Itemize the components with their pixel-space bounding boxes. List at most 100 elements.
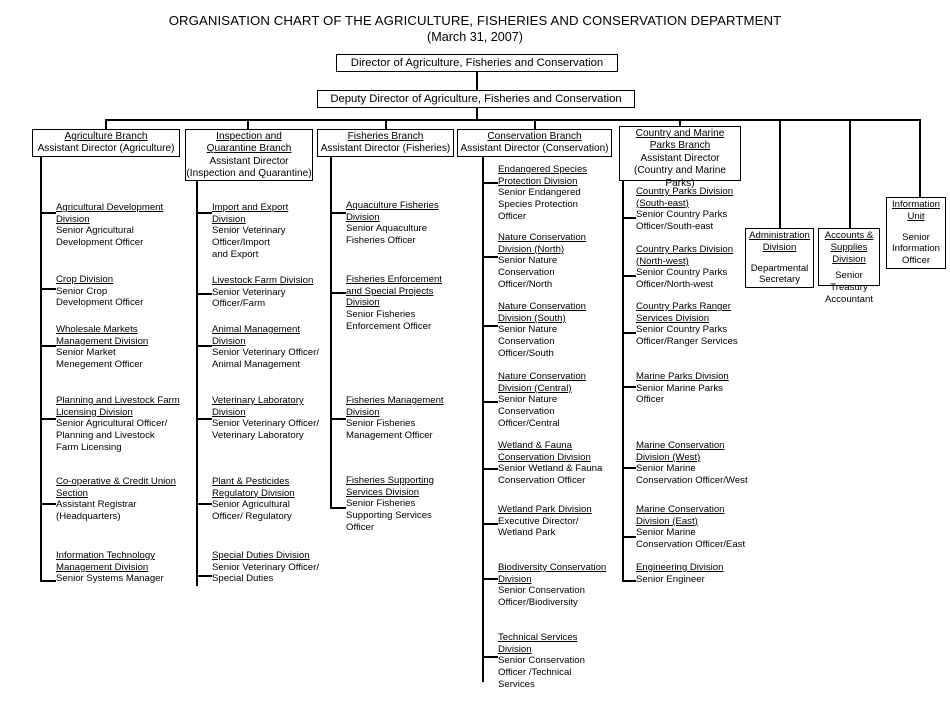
unit-fisheries-management-division[interactable]: Fisheries Management Division Senior Fis… [346, 395, 444, 442]
unit-marine-parks-division[interactable]: Marine Parks Division Senior Marine Park… [636, 371, 729, 406]
spine-country-marine-parks [622, 181, 624, 581]
node-accounts-supplies-division[interactable]: Accounts & Supplies Division Senior Trea… [818, 228, 880, 305]
unit-head-line: Division (Central) [498, 382, 572, 394]
unit-role-line: Senior Country Parks [636, 209, 728, 221]
unit-nature-conservation-division-north[interactable]: Nature Conservation Division (North) Sen… [498, 232, 586, 291]
node-information-unit[interactable]: Information Unit Senior Information Offi… [886, 197, 946, 269]
connector-drop-accounts-supplies [849, 119, 851, 228]
stub-parks-3 [622, 386, 636, 388]
unit-role-line: Senior Veterinary Officer/ [212, 347, 320, 359]
unit-head-line: Nature Conservation [498, 371, 586, 382]
unit-role-line: Senior Systems Manager [56, 573, 164, 585]
unit-engineering-division[interactable]: Engineering Division Senior Engineer [636, 562, 723, 585]
unit-role-line: Senior Country Parks [636, 267, 728, 279]
unit-head-line: Division [212, 335, 246, 347]
information-title-1: Unit [907, 210, 925, 222]
unit-role-line: Senior Engineer [636, 573, 705, 585]
unit-role-line: Conservation Officer/West [636, 475, 748, 487]
unit-agricultural-development-division[interactable]: Agricultural Development Division Senior… [56, 202, 163, 249]
unit-head-line: Wetland Park Division [498, 504, 592, 515]
stub-inspection-3 [196, 418, 212, 420]
node-branch-fisheries[interactable]: Fisheries Branch Assistant Director (Fis… [317, 129, 454, 157]
unit-technical-services-division[interactable]: Technical Services Division Senior Conse… [498, 632, 585, 691]
unit-plant-pesticides-regulatory-division[interactable]: Plant & Pesticides Regulatory Division S… [212, 476, 295, 523]
unit-head-line: Import and Export [212, 202, 289, 213]
unit-import-and-export-division[interactable]: Import and Export Division Senior Veteri… [212, 202, 288, 261]
unit-role-line: Supporting Services [346, 510, 432, 522]
branch-agriculture-role-0: Assistant Director (Agriculture) [37, 143, 175, 155]
unit-head-line: Division [346, 406, 380, 418]
unit-marine-conservation-division-east[interactable]: Marine Conservation Division (East) Seni… [636, 504, 745, 551]
node-branch-conservation[interactable]: Conservation Branch Assistant Director (… [457, 129, 612, 157]
unit-head-line: Regulatory Division [212, 487, 295, 499]
unit-head-line: Special Duties Division [212, 550, 310, 561]
node-branch-inspection-quarantine[interactable]: Inspection and Quarantine Branch Assista… [185, 129, 313, 181]
branch-parks-title-1: Parks Branch [649, 140, 711, 152]
unit-role-line: Conservation Officer/East [636, 539, 746, 551]
stub-parks-2 [622, 332, 636, 334]
unit-information-technology-management-division[interactable]: Information Technology Management Divisi… [56, 550, 164, 585]
unit-wetland-fauna-conservation-division[interactable]: Wetland & Fauna Conservation Division Se… [498, 440, 602, 487]
unit-cooperative-credit-union-section[interactable]: Co-operative & Credit Union Section Assi… [56, 476, 176, 523]
node-branch-country-marine-parks[interactable]: Country and Marine Parks Branch Assistan… [619, 126, 741, 189]
unit-role-line: Senior Nature [498, 324, 558, 336]
spine-inspection [196, 181, 198, 586]
unit-head-line: Division (East) [636, 515, 698, 527]
unit-role-line: Special Duties [212, 573, 274, 585]
stub-conservation-1 [482, 256, 498, 258]
branch-fisheries-title-0: Fisheries Branch [347, 131, 424, 142]
unit-livestock-farm-division[interactable]: Livestock Farm Division Senior Veterinar… [212, 275, 313, 310]
unit-wetland-park-division[interactable]: Wetland Park Division Executive Director… [498, 504, 592, 539]
unit-role-line: Conservation [498, 267, 555, 279]
unit-planning-livestock-farm-licensing-division[interactable]: Planning and Livestock Farm Licensing Di… [56, 395, 180, 454]
node-director[interactable]: Director of Agriculture, Fisheries and C… [336, 54, 618, 72]
unit-role-line: Senior Conservation [498, 655, 585, 667]
unit-role-line: Senior Conservation [498, 585, 585, 597]
unit-animal-management-division[interactable]: Animal Management Division Senior Veteri… [212, 324, 319, 371]
unit-fisheries-supporting-services-division[interactable]: Fisheries Supporting Services Division S… [346, 475, 434, 534]
node-branch-agriculture[interactable]: Agriculture Branch Assistant Director (A… [32, 129, 180, 157]
unit-role-line: Conservation [498, 406, 555, 418]
node-deputy-director[interactable]: Deputy Director of Agriculture, Fisherie… [317, 90, 635, 108]
unit-role-line: Senior Marine Parks [636, 382, 723, 394]
unit-head-line: and Special Projects [346, 285, 434, 297]
node-administration-division[interactable]: Administration Division Departmental Sec… [745, 228, 814, 288]
branch-parks-title-0: Country and Marine [635, 128, 725, 139]
unit-head-line: Fisheries Supporting [346, 475, 434, 486]
unit-head-line: Division [346, 297, 380, 309]
unit-biodiversity-conservation-division[interactable]: Biodiversity Conservation Division Senio… [498, 562, 606, 609]
unit-head-line: Division [212, 406, 246, 418]
unit-marine-conservation-division-west[interactable]: Marine Conservation Division (West) Seni… [636, 440, 748, 487]
unit-role-line: Senior Veterinary Officer/ [212, 561, 320, 573]
unit-head-line: Aquaculture Fisheries [346, 200, 439, 211]
unit-nature-conservation-division-central[interactable]: Nature Conservation Division (Central) S… [498, 371, 586, 430]
unit-country-parks-division-north-west[interactable]: Country Parks Division (North-west) Seni… [636, 244, 733, 291]
unit-role-line: Management Officer [346, 430, 433, 442]
unit-nature-conservation-division-south[interactable]: Nature Conservation Division (South) Sen… [498, 301, 586, 360]
unit-role-line: Officer/South [498, 347, 554, 359]
unit-wholesale-markets-management-division[interactable]: Wholesale Markets Management Division Se… [56, 324, 148, 371]
unit-head-line: Division (South) [498, 312, 566, 324]
unit-crop-division[interactable]: Crop Division Senior Crop Development Of… [56, 274, 143, 309]
unit-head-line: Planning and Livestock Farm [56, 395, 180, 406]
unit-country-parks-division-south-east[interactable]: Country Parks Division (South-east) Seni… [636, 186, 733, 233]
unit-role-line: Animal Management [212, 359, 300, 371]
unit-role-line: Senior Nature [498, 255, 558, 267]
unit-head-line: Division (West) [636, 451, 701, 463]
information-spacer [887, 223, 945, 232]
unit-special-duties-division[interactable]: Special Duties Division Senior Veterinar… [212, 550, 319, 585]
connector-drop-agriculture [105, 119, 107, 129]
unit-role-line: Conservation [498, 336, 555, 348]
unit-head-line: Country Parks Ranger [636, 301, 731, 312]
unit-role-line: Officer/Central [498, 417, 560, 429]
unit-head-line: Division [498, 573, 532, 585]
unit-country-parks-ranger-services-division[interactable]: Country Parks Ranger Services Division S… [636, 301, 738, 348]
unit-endangered-species-protection-division[interactable]: Endangered Species Protection Division S… [498, 164, 587, 223]
unit-aquaculture-fisheries-division[interactable]: Aquaculture Fisheries Division Senior Aq… [346, 200, 439, 247]
unit-role-line: Senior Aquaculture [346, 223, 428, 235]
stub-agriculture-0 [40, 212, 56, 214]
unit-veterinary-laboratory-division[interactable]: Veterinary Laboratory Division Senior Ve… [212, 395, 319, 442]
unit-fisheries-enforcement-special-projects-division[interactable]: Fisheries Enforcement and Special Projec… [346, 274, 442, 333]
unit-role-line: Executive Director/ [498, 515, 579, 527]
unit-role-line: Menegement Officer [56, 359, 143, 371]
